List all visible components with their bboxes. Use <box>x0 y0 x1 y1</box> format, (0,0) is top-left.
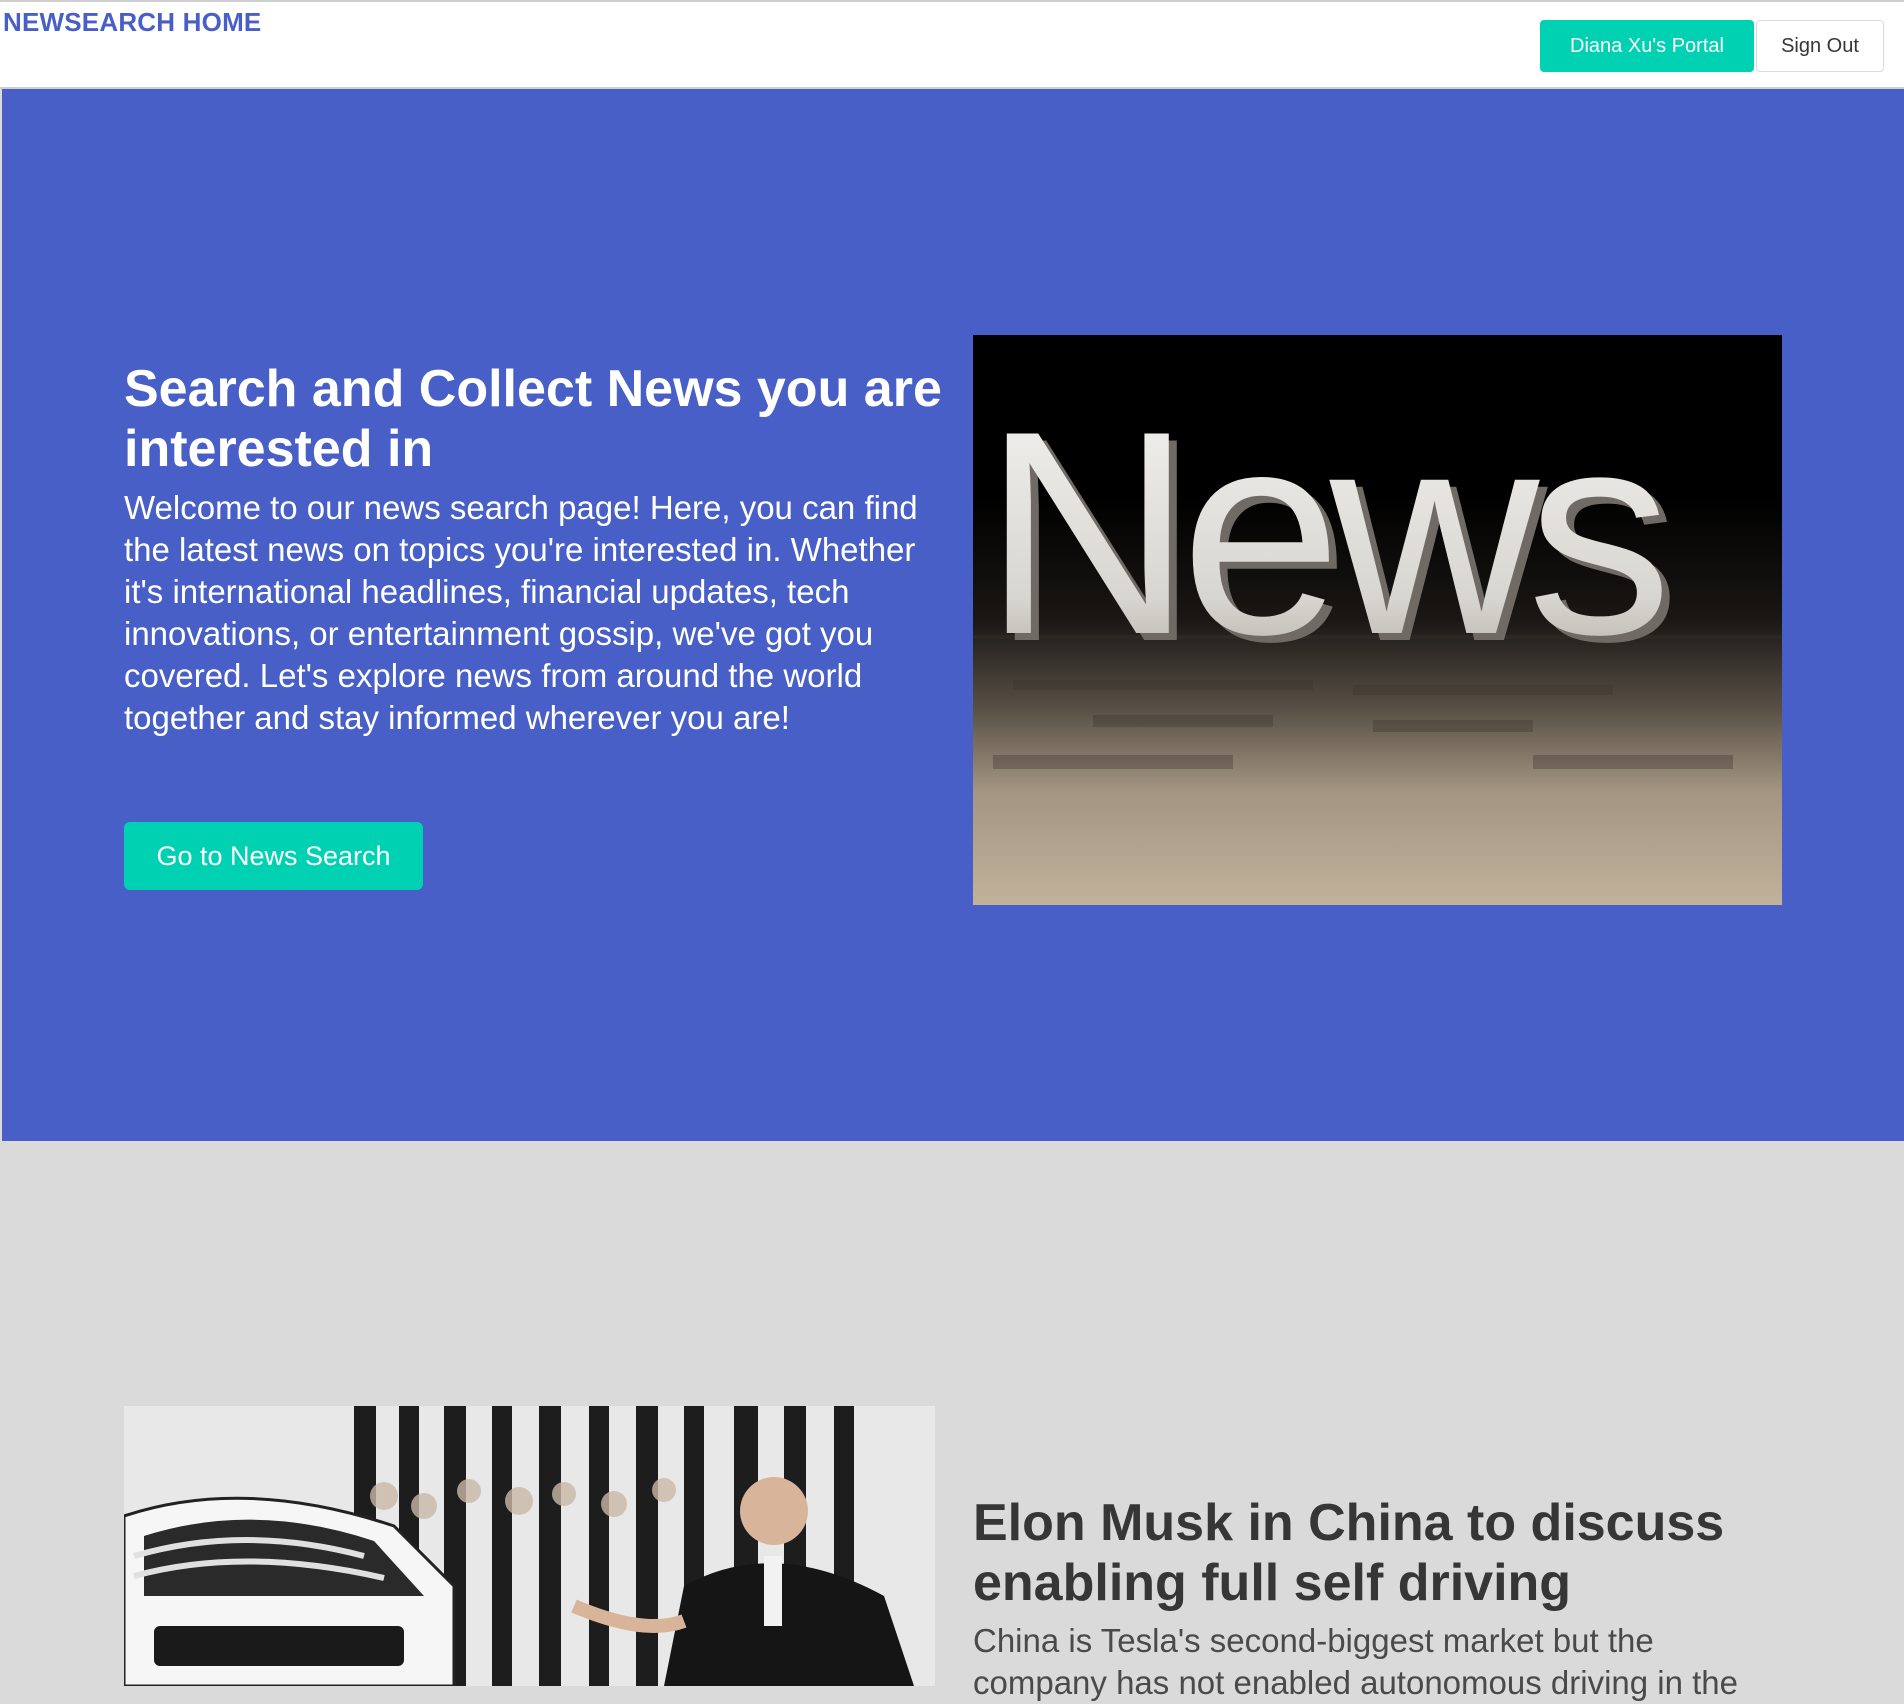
news-banner-image: News News <box>973 335 1782 905</box>
sign-out-button[interactable]: Sign Out <box>1756 20 1884 72</box>
article-title[interactable]: Elon Musk in China to discuss enabling f… <box>973 1493 1853 1613</box>
news-3d-text-graphic: News News <box>973 371 1782 769</box>
hero-title: Search and Collect News you are interest… <box>124 360 942 478</box>
article-image[interactable] <box>124 1406 935 1686</box>
article-photo-graphic <box>124 1406 935 1686</box>
home-link[interactable]: NEWSEARCH HOME <box>3 7 261 38</box>
hero-section: Search and Collect News you are interest… <box>2 89 1904 1141</box>
go-to-news-search-button[interactable]: Go to News Search <box>124 822 423 890</box>
featured-article: Elon Musk in China to discuss enabling f… <box>2 1141 1904 1701</box>
hero-description: Welcome to our news search page! Here, y… <box>124 489 918 736</box>
article-summary: China is Tesla's second-biggest market b… <box>973 1622 1739 1701</box>
top-navbar: NEWSEARCH HOME Diana Xu's Portal Sign Ou… <box>0 0 1904 89</box>
portal-button[interactable]: Diana Xu's Portal <box>1540 20 1754 72</box>
svg-text:News: News <box>983 371 1663 695</box>
